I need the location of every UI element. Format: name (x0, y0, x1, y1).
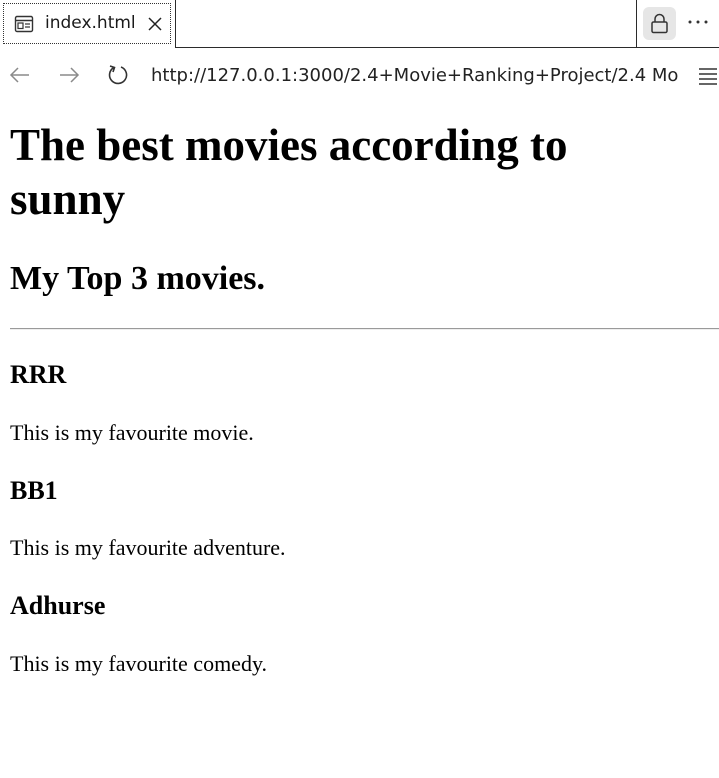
page-subheading: My Top 3 movies. (10, 260, 266, 297)
page-tab-icon (14, 14, 34, 34)
hamburger-menu-icon[interactable] (697, 65, 719, 87)
tab-title: index.html (45, 13, 136, 33)
more-options-button[interactable] (684, 10, 712, 36)
movie-title: RRR (10, 360, 67, 389)
address-bar-input[interactable]: http://127.0.0.1:3000/2.4+Movie+Ranking+… (151, 63, 678, 89)
movie-title: Adhurse (10, 591, 106, 620)
page-heading: The best movies according to sunny (10, 120, 568, 224)
reload-icon[interactable] (106, 63, 130, 87)
browser-tab[interactable]: index.html (0, 0, 176, 48)
close-icon[interactable] (144, 13, 166, 35)
movie-description: This is my favourite movie. (10, 420, 254, 445)
lock-button[interactable] (643, 7, 676, 40)
movie-title: BB1 (10, 476, 58, 505)
arrow-right-icon[interactable] (57, 63, 81, 87)
divider (10, 328, 719, 330)
movie-description: This is my favourite adventure. (10, 535, 286, 560)
movie-description: This is my favourite comedy. (10, 651, 268, 676)
page-content: The best movies according to sunny My To… (0, 100, 719, 778)
tab-bar-divider (636, 0, 637, 48)
navigation-bar: http://127.0.0.1:3000/2.4+Movie+Ranking+… (0, 49, 719, 100)
lock-icon (651, 13, 668, 34)
tab-bar: index.html (0, 0, 719, 48)
arrow-left-icon[interactable] (8, 63, 32, 87)
more-horizontal-icon (688, 20, 708, 24)
